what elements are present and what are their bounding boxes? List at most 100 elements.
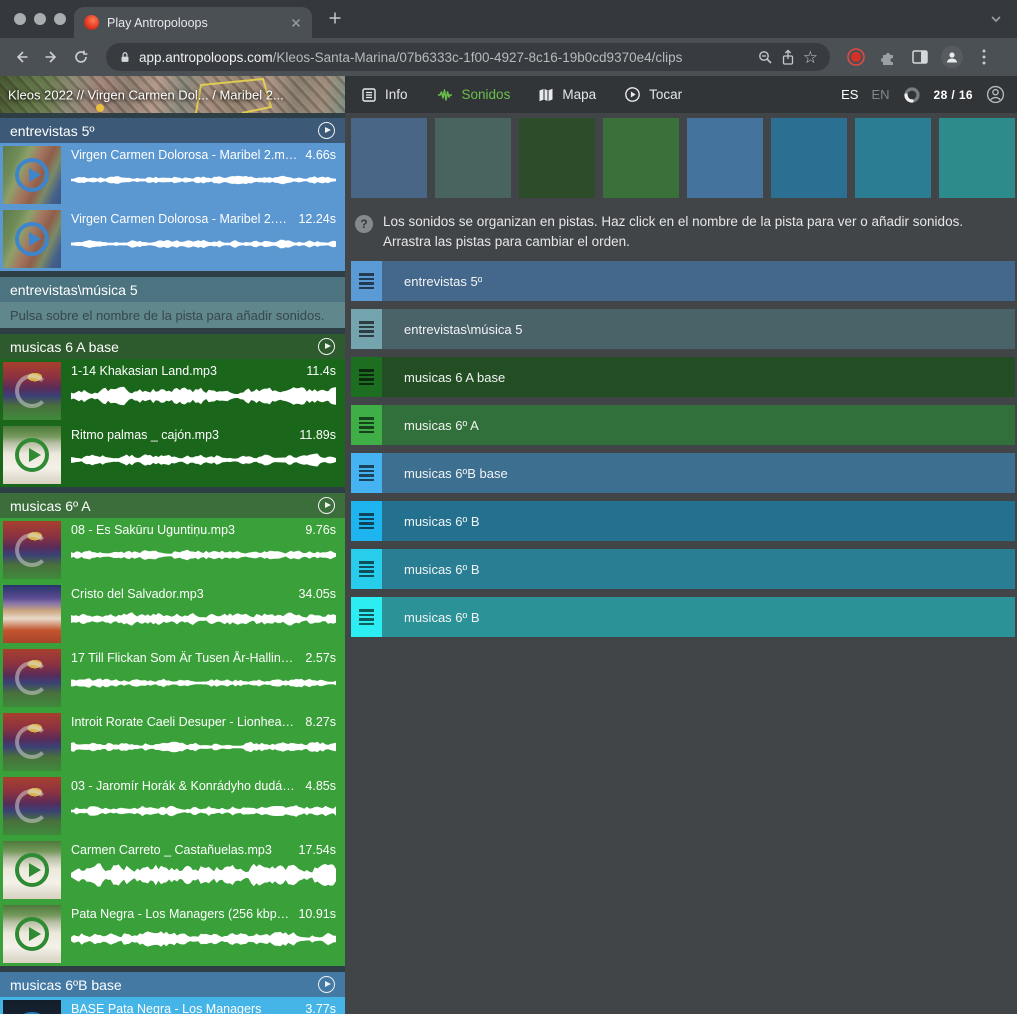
clip-item[interactable]: Cristo del Salvador.mp3 34.05s: [0, 582, 345, 646]
clip-item[interactable]: 08 - Es Sakūru Uguntiņu.mp3 9.76s: [0, 518, 345, 582]
nav-info[interactable]: Info: [361, 87, 408, 103]
drag-handle[interactable]: [351, 501, 382, 541]
play-clip-icon[interactable]: [15, 374, 49, 408]
clip-thumbnail[interactable]: [3, 585, 61, 643]
account-icon[interactable]: [986, 85, 1005, 104]
track-row[interactable]: entrevistas\música 5: [351, 309, 1015, 349]
track-row-body[interactable]: musicas 6ºB base: [382, 453, 1015, 493]
clip-filename[interactable]: Pata Negra - Los Managers (256 kbps).mp3: [71, 907, 290, 921]
clip-thumbnail[interactable]: [3, 713, 61, 771]
new-tab-button[interactable]: [328, 11, 342, 25]
track-row[interactable]: musicas 6ºB base: [351, 453, 1015, 493]
clip-item[interactable]: 17 Till Flickan Som Är Tusen År-Halling …: [0, 646, 345, 710]
maximize-window-button[interactable]: [54, 13, 66, 25]
track-row[interactable]: musicas 6º B: [351, 549, 1015, 589]
track-name[interactable]: entrevistas 5º: [404, 274, 482, 289]
clip-thumbnail[interactable]: [3, 426, 61, 484]
track-section-name[interactable]: musicas 6ºB base: [10, 977, 318, 993]
bookmark-star-icon[interactable]: ☆: [803, 49, 818, 66]
breadcrumb[interactable]: Kleos 2022 // Virgen Carmen Dol... / Mar…: [8, 87, 284, 102]
track-section-header[interactable]: entrevistas\música 5: [0, 277, 345, 302]
track-row-body[interactable]: musicas 6º B: [382, 549, 1015, 589]
clip-waveform[interactable]: [71, 604, 336, 634]
track-section-header[interactable]: musicas 6 A base: [0, 334, 345, 359]
track-name[interactable]: musicas 6ºB base: [404, 466, 508, 481]
play-clip-icon[interactable]: [15, 725, 49, 759]
clip-thumbnail[interactable]: [3, 362, 61, 420]
clip-waveform[interactable]: [71, 732, 336, 762]
tab-close-icon[interactable]: [290, 17, 302, 29]
drag-handle[interactable]: [351, 549, 382, 589]
extensions-puzzle-icon[interactable]: [874, 44, 902, 70]
track-section-name[interactable]: musicas 6 A base: [10, 339, 318, 355]
drag-handle[interactable]: [351, 357, 382, 397]
share-icon[interactable]: [780, 49, 796, 66]
clip-filename[interactable]: BASE Pata Negra - Los Managers: [71, 1002, 261, 1014]
forward-button[interactable]: [38, 44, 64, 70]
track-name[interactable]: musicas 6º B: [404, 562, 480, 577]
track-section-header[interactable]: musicas 6ºB base: [0, 972, 345, 997]
clip-item[interactable]: Ritmo palmas _ cajón.mp3 11.89s: [0, 423, 345, 487]
map-thumbnail[interactable]: Kleos 2022 // Virgen Carmen Dol... / Mar…: [0, 76, 345, 113]
play-track-icon[interactable]: [318, 338, 335, 355]
track-section-name[interactable]: entrevistas 5º: [10, 123, 318, 139]
clip-waveform[interactable]: [71, 668, 336, 698]
clip-filename[interactable]: Carmen Carreto _ Castañuelas.mp3: [71, 843, 272, 857]
clip-thumbnail[interactable]: [3, 841, 61, 899]
clip-item[interactable]: BASE Pata Negra - Los Managers 3.77s: [0, 997, 345, 1014]
clip-filename[interactable]: 1-14 Khakasian Land.mp3: [71, 364, 217, 378]
track-name[interactable]: entrevistas\música 5: [404, 322, 523, 337]
drag-handle[interactable]: [351, 453, 382, 493]
back-button[interactable]: [8, 44, 34, 70]
play-track-icon[interactable]: [318, 976, 335, 993]
clip-thumbnail[interactable]: [3, 649, 61, 707]
clip-filename[interactable]: Introit Rorate Caeli Desuper - Lionheart…: [71, 715, 297, 729]
track-row-body[interactable]: musicas 6 A base: [382, 357, 1015, 397]
play-clip-icon[interactable]: [15, 789, 49, 823]
url-bar[interactable]: app.antropoloops.com/Kleos-Santa-Marina/…: [106, 43, 830, 71]
drag-handle[interactable]: [351, 309, 382, 349]
track-row[interactable]: musicas 6º A: [351, 405, 1015, 445]
clip-thumbnail[interactable]: [3, 905, 61, 963]
reload-button[interactable]: [68, 44, 94, 70]
browser-tab[interactable]: Play Antropoloops: [74, 7, 312, 38]
track-row-body[interactable]: musicas 6º A: [382, 405, 1015, 445]
track-row[interactable]: musicas 6º B: [351, 597, 1015, 637]
play-track-icon[interactable]: [318, 497, 335, 514]
track-name[interactable]: musicas 6º B: [404, 610, 480, 625]
clip-waveform[interactable]: [71, 924, 336, 954]
clip-item[interactable]: Virgen Carmen Dolorosa - Maribel 2.mp3 1…: [0, 207, 345, 271]
track-section-header[interactable]: musicas 6º A: [0, 493, 345, 518]
nav-mapa[interactable]: Mapa: [538, 87, 596, 103]
lang-en-button[interactable]: EN: [871, 87, 889, 102]
clip-item[interactable]: Pata Negra - Los Managers (256 kbps).mp3…: [0, 902, 345, 966]
track-row-body[interactable]: musicas 6º B: [382, 501, 1015, 541]
track-row[interactable]: entrevistas 5º: [351, 261, 1015, 301]
track-section-name[interactable]: entrevistas\música 5: [10, 282, 335, 298]
clip-filename[interactable]: Cristo del Salvador.mp3: [71, 587, 204, 601]
profile-avatar[interactable]: [938, 44, 966, 70]
play-clip-icon[interactable]: [15, 917, 49, 951]
drag-handle[interactable]: [351, 405, 382, 445]
clip-item[interactable]: Virgen Carmen Dolorosa - Maribel 2.mp3 4…: [0, 143, 345, 207]
clip-thumbnail[interactable]: [3, 777, 61, 835]
track-name[interactable]: musicas 6 A base: [404, 370, 505, 385]
track-name[interactable]: musicas 6º B: [404, 514, 480, 529]
clip-filename[interactable]: Virgen Carmen Dolorosa - Maribel 2.mp3: [71, 212, 290, 226]
track-row[interactable]: musicas 6º B: [351, 501, 1015, 541]
clip-item[interactable]: Carmen Carreto _ Castañuelas.mp3 17.54s: [0, 838, 345, 902]
clip-waveform[interactable]: [71, 381, 336, 411]
play-clip-icon[interactable]: [15, 853, 49, 887]
minimize-window-button[interactable]: [34, 13, 46, 25]
clip-filename[interactable]: 08 - Es Sakūru Uguntiņu.mp3: [71, 523, 235, 537]
close-window-button[interactable]: [14, 13, 26, 25]
clip-waveform[interactable]: [71, 445, 336, 475]
clip-filename[interactable]: 03 - Jaromír Horák & Konrádyho dudácká .…: [71, 779, 297, 793]
track-row-body[interactable]: musicas 6º B: [382, 597, 1015, 637]
clip-waveform[interactable]: [71, 229, 336, 259]
clip-item[interactable]: 1-14 Khakasian Land.mp3 11.4s: [0, 359, 345, 423]
clip-waveform[interactable]: [71, 796, 336, 826]
record-extension-icon[interactable]: [842, 44, 870, 70]
play-track-icon[interactable]: [318, 122, 335, 139]
play-clip-icon[interactable]: [15, 158, 49, 192]
